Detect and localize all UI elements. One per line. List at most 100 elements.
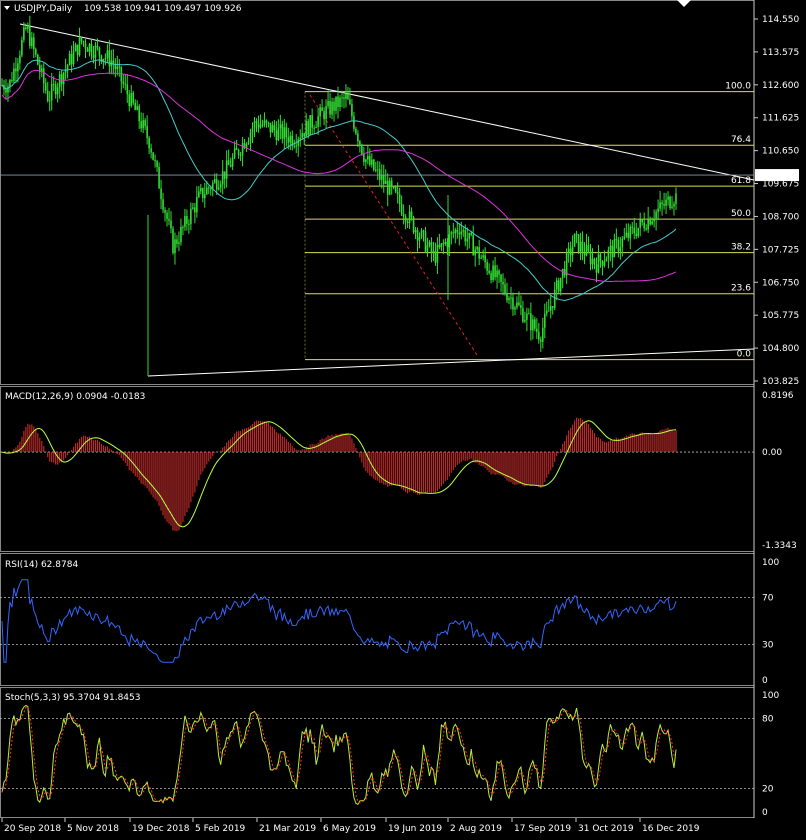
price-candle-body bbox=[341, 97, 343, 99]
price-candle-body bbox=[488, 270, 490, 274]
price-candle-body bbox=[62, 72, 65, 85]
price-candle-body bbox=[603, 261, 606, 266]
price-tick-label: 103.825 bbox=[762, 377, 799, 387]
price-candle-body bbox=[351, 103, 353, 117]
price-candle-body bbox=[510, 297, 512, 299]
price-candle-body bbox=[90, 44, 93, 55]
price-candle-body bbox=[675, 193, 677, 204]
price-candle-body bbox=[540, 339, 542, 342]
price-candle-body bbox=[126, 84, 129, 95]
price-candle-body bbox=[607, 249, 610, 259]
price-candle-body bbox=[442, 243, 445, 245]
price-candle-body bbox=[512, 297, 514, 310]
price-candle-body bbox=[667, 196, 669, 200]
price-candle-body bbox=[418, 237, 421, 241]
price-candle-body bbox=[394, 186, 397, 192]
price-candle-body bbox=[446, 241, 449, 248]
price-candle-body bbox=[273, 125, 276, 131]
x-tick-label: 20 Sep 2018 bbox=[4, 824, 61, 834]
fib-label: 76.4 bbox=[731, 135, 751, 145]
price-candle-body bbox=[190, 208, 192, 225]
price-candle-body bbox=[557, 280, 560, 292]
price-candle-body bbox=[325, 106, 327, 120]
price-candle-body bbox=[643, 222, 645, 229]
price-candle-body bbox=[534, 319, 536, 329]
price-candle-body bbox=[673, 203, 675, 207]
price-candle-body bbox=[420, 230, 423, 238]
price-candle-body bbox=[313, 127, 315, 129]
price-candle-body bbox=[516, 302, 518, 308]
price-candle-body bbox=[583, 251, 586, 256]
price-candle-body bbox=[122, 81, 125, 84]
price-candle-body bbox=[390, 180, 393, 187]
price-candle-body bbox=[412, 217, 415, 233]
price-candle-body bbox=[458, 232, 461, 235]
price-candle-body bbox=[349, 99, 351, 104]
fib-label: 50.0 bbox=[731, 209, 751, 219]
price-candle-body bbox=[440, 243, 443, 248]
price-candle-body bbox=[388, 180, 391, 195]
price-candle-body bbox=[309, 115, 311, 136]
price-candle-body bbox=[221, 171, 224, 185]
price-candle-body bbox=[156, 161, 158, 168]
price-candle-body bbox=[86, 48, 89, 52]
price-candle-body bbox=[587, 245, 590, 251]
price-candle-body bbox=[645, 228, 647, 230]
price-candle-body bbox=[271, 125, 274, 133]
price-candle-body bbox=[353, 116, 355, 129]
price-candle-body bbox=[188, 223, 190, 225]
price-candle-body bbox=[371, 159, 373, 165]
price-candle-body bbox=[255, 121, 258, 123]
price-candle-body bbox=[382, 174, 385, 185]
price-candle-body bbox=[464, 230, 467, 242]
price-candle-body bbox=[209, 188, 212, 190]
price-candle-body bbox=[536, 328, 538, 332]
price-candle-body bbox=[553, 289, 556, 308]
price-candle-body bbox=[555, 280, 558, 290]
price-candle-body bbox=[416, 230, 419, 241]
price-candle-body bbox=[58, 74, 61, 88]
price-candle-body bbox=[267, 122, 270, 124]
price-candle-body bbox=[365, 159, 367, 162]
price-candle-body bbox=[476, 247, 478, 250]
price-candle-body bbox=[567, 248, 570, 253]
macd-tick-label: 0.8196 bbox=[762, 391, 794, 401]
price-candle-body bbox=[384, 180, 387, 185]
price-candle-body bbox=[277, 128, 280, 141]
price-candle-body bbox=[249, 132, 252, 142]
price-candle-body bbox=[460, 231, 463, 235]
price-candle-body bbox=[180, 226, 182, 243]
price-candle-body bbox=[392, 186, 395, 188]
price-candle-body bbox=[428, 242, 431, 246]
price-candle-body bbox=[376, 169, 379, 171]
price-candle-body bbox=[484, 255, 486, 263]
price-candle-body bbox=[241, 143, 244, 156]
price-candle-body bbox=[305, 120, 307, 137]
price-candle-body bbox=[498, 270, 500, 275]
price-candle-body bbox=[74, 44, 77, 52]
x-tick-label: 6 May 2019 bbox=[323, 824, 376, 834]
price-candle-body bbox=[162, 199, 164, 210]
price-candle-body bbox=[514, 307, 516, 310]
macd-label: MACD(12,26,9) 0.0904 -0.0183 bbox=[5, 392, 145, 402]
price-candle-body bbox=[265, 120, 268, 123]
price-candle-body bbox=[138, 106, 140, 122]
price-tick-label: 108.700 bbox=[762, 212, 799, 222]
price-candle-body bbox=[380, 174, 383, 180]
rsi-tick-label: 100 bbox=[762, 558, 779, 568]
price-candle-body bbox=[172, 228, 174, 254]
price-candle-body bbox=[585, 245, 588, 256]
price-candle-body bbox=[46, 90, 49, 102]
price-candle-body bbox=[532, 319, 534, 331]
price-candle-body bbox=[15, 68, 17, 72]
price-tick-label: 113.575 bbox=[762, 48, 799, 58]
price-candle-body bbox=[202, 188, 204, 199]
price-candle-body bbox=[279, 124, 282, 129]
price-candle-body bbox=[343, 97, 345, 99]
price-candle-body bbox=[500, 274, 502, 282]
price-tick-label: 112.600 bbox=[762, 81, 799, 91]
rsi-tick-label: 70 bbox=[762, 593, 774, 603]
price-tick-label: 110.650 bbox=[762, 147, 799, 157]
price-candle-body bbox=[337, 96, 339, 108]
price-candle-body bbox=[203, 194, 206, 199]
